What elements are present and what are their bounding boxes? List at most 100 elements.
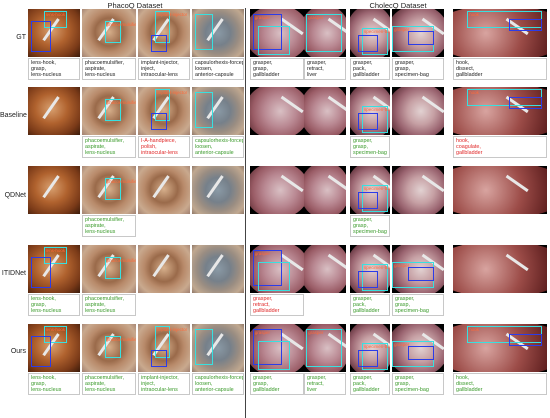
panel-ours-c4: grasper <box>392 324 444 372</box>
caption-baseline-p4: capsulorhexis-forceps, loosen, anterior-… <box>192 136 244 158</box>
pred-box-gt-c4-1 <box>407 30 434 45</box>
pred-box-baseline-c3-1 <box>358 113 378 131</box>
pred-box-gt-c5-1 <box>509 18 543 31</box>
row-label-baseline: Baseline <box>0 112 27 119</box>
box-label-ours-p2: phacoemulsifier <box>106 337 136 342</box>
gt-box-itidnet-c1-1 <box>258 261 291 291</box>
caption-baseline-c3: grasper, grasp, specimen-bag <box>350 136 390 158</box>
caption-ours-p1: lens-hook, grasp, lens-nucleus <box>28 373 80 395</box>
panel-qdnet-p3 <box>138 166 190 214</box>
caption-gt-c1: grasper, grasp, gallbladder <box>250 58 304 80</box>
panel-baseline-p4 <box>192 87 244 135</box>
gt-box-ours-c1-1 <box>258 340 291 370</box>
gt-box-ours-p4-0 <box>194 328 213 365</box>
gt-box-gt-p4-0 <box>194 13 213 50</box>
box-label-itidnet-p1: lens-hook <box>45 248 66 254</box>
box-label-gt-p3: implant-injector <box>156 12 188 18</box>
box-label-baseline-p3: implant-injector <box>156 90 188 96</box>
panel-gt-c4: grasper <box>392 9 444 57</box>
row-label-qdnet: QDNet <box>4 192 26 199</box>
panel-baseline-p3: implant-injector <box>138 87 190 135</box>
caption-itidnet-p1: lens-hook, grasp, lens-nucleus <box>28 294 80 316</box>
dataset-separator <box>245 8 246 418</box>
instrument-qdnet-p4 <box>205 174 224 198</box>
box-label-itidnet-p2: phacoemulsifier <box>106 258 136 263</box>
panel-baseline-c2 <box>304 87 346 135</box>
box-label-ours-c1: grasper <box>254 329 270 335</box>
panel-qdnet-c3: specimen-bag <box>350 166 390 214</box>
instrument-qdnet-p1 <box>41 174 60 198</box>
caption-itidnet-c4: grasper, grasp, specimen-bag <box>392 294 444 316</box>
row-label-ours: Ours <box>10 348 26 355</box>
caption-gt-c2: grasper, retract, liver <box>304 58 346 80</box>
box-label-baseline-c3: specimen-bag <box>364 107 390 113</box>
pred-box-itidnet-c3-1 <box>358 271 378 289</box>
pred-box-ours-c4-1 <box>407 345 434 360</box>
caption-qdnet-p2: phacoemulsifier, aspirate, lens-nucleus <box>82 215 136 237</box>
caption-gt-c5: hook, dissect, gallbladder <box>453 58 547 80</box>
panel-ours-c2: grasper <box>304 324 346 372</box>
panel-baseline-p2: phacoemulsifier <box>82 87 136 135</box>
caption-ours-c4: grasper, grasp, specimen-bag <box>392 373 444 395</box>
caption-itidnet-p2: phacoemulsifier, aspirate, lens-nucleus <box>82 294 136 316</box>
box-label-ours-c5: hook <box>469 327 479 333</box>
box-label-gt-p2: phacoemulsifier <box>106 22 136 27</box>
panel-qdnet-c4 <box>392 166 444 214</box>
caption-gt-p4: capsulorhexis-forceps, loosen, anterior-… <box>192 58 244 80</box>
caption-itidnet-c3: grasper, pack, gallbladder <box>350 294 390 316</box>
pred-box-ours-p3-1 <box>151 350 167 368</box>
panel-qdnet-c1 <box>250 166 304 214</box>
box-label-gt-c3: specimen-bag <box>364 29 390 35</box>
caption-ours-c3: grasper, pack, gallbladder <box>350 373 390 395</box>
box-label-qdnet-c3: specimen-bag <box>364 186 390 192</box>
row-label-gt: GT <box>16 34 26 41</box>
panel-itidnet-p1: lens-hook <box>28 245 80 293</box>
pred-box-gt-c3-1 <box>358 35 378 53</box>
panel-itidnet-p4 <box>192 245 244 293</box>
panel-qdnet-p2: phacoemulsifier <box>82 166 136 214</box>
row-label-itidnet: ITIDNet <box>1 270 26 277</box>
panel-qdnet-p1 <box>28 166 80 214</box>
gt-box-baseline-p4-0 <box>194 91 213 128</box>
panel-baseline-c5: hook <box>453 87 547 135</box>
box-label-baseline-p2: phacoemulsifier <box>106 100 136 105</box>
panel-ours-c5: hook <box>453 324 547 372</box>
instrument-baseline-p1 <box>41 95 60 119</box>
panel-ours-p3: implant-injector <box>138 324 190 372</box>
box-label-ours-p1: lens-hook <box>45 327 66 333</box>
pred-box-ours-c5-1 <box>509 333 543 346</box>
pred-box-ours-p1-1 <box>30 336 52 368</box>
caption-ours-c2: grasper, retract, liver <box>304 373 346 395</box>
gt-box-gt-c1-1 <box>258 25 291 55</box>
box-label-ours-c3: specimen-bag <box>364 344 390 350</box>
panel-itidnet-c3: specimen-bag <box>350 245 390 293</box>
panel-itidnet-c5 <box>453 245 547 293</box>
caption-itidnet-c1: grasper, retract, gallbladder <box>250 294 304 316</box>
panel-gt-c1: grasper <box>250 9 304 57</box>
box-label-itidnet-c1: grasper <box>254 250 270 256</box>
caption-baseline-c5: hook, coagulate, gallbladder <box>453 136 547 158</box>
box-label-gt-c5: hook <box>469 12 479 18</box>
panel-itidnet-c4: grasper <box>392 245 444 293</box>
panel-qdnet-c5 <box>453 166 547 214</box>
panel-gt-p4 <box>192 9 244 57</box>
box-label-itidnet-c3: specimen-bag <box>364 265 390 271</box>
caption-ours-p3: implant-injector, inject, intraocular-le… <box>138 373 190 395</box>
caption-baseline-p2: phacoemulsifier, aspirate, lens-nucleus <box>82 136 136 158</box>
caption-ours-p4: capsulorhexis-forceps, loosen, anterior-… <box>192 373 244 395</box>
panel-gt-c5: hook <box>453 9 547 57</box>
panel-gt-c2: grasper <box>304 9 346 57</box>
box-label-baseline-c5: hook <box>469 90 479 96</box>
caption-gt-p2: phacoemulsifier, aspirate, lens-nucleus <box>82 58 136 80</box>
panel-gt-p1: lens-hook <box>28 9 80 57</box>
pred-box-baseline-c5-1 <box>509 96 543 109</box>
pred-box-qdnet-c3-1 <box>358 192 378 210</box>
panel-ours-c3: specimen-bag <box>350 324 390 372</box>
pred-box-itidnet-p1-1 <box>30 257 52 289</box>
panel-baseline-c4 <box>392 87 444 135</box>
box-label-ours-p3: implant-injector <box>156 327 188 333</box>
panel-ours-c1: grasper <box>250 324 304 372</box>
panel-itidnet-p3 <box>138 245 190 293</box>
box-label-ours-c2: grasper <box>308 329 324 335</box>
panel-baseline-c1 <box>250 87 304 135</box>
